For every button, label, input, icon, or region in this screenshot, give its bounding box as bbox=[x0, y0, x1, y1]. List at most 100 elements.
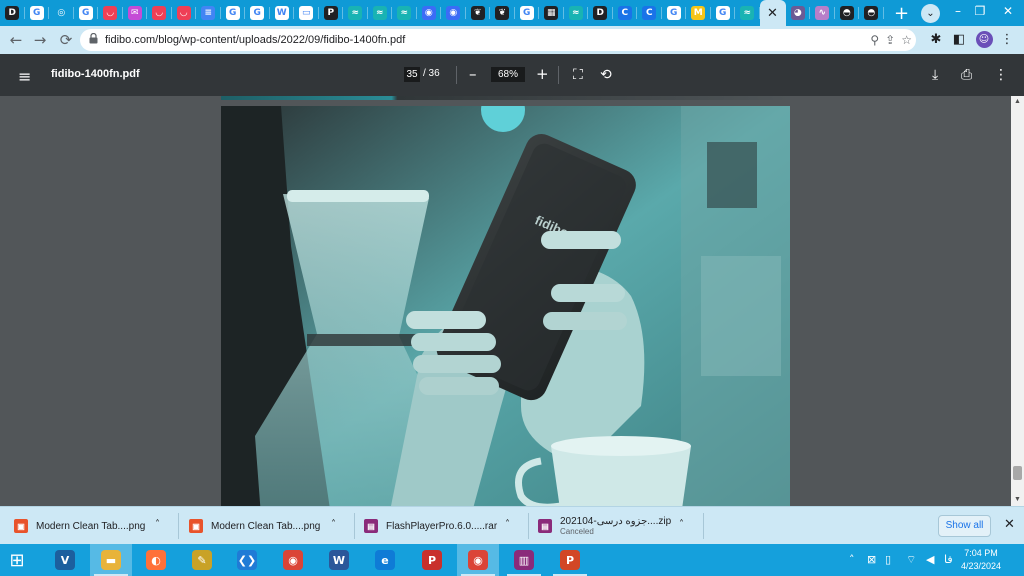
scrollbar-thumb[interactable] bbox=[1013, 466, 1022, 480]
tab[interactable]: G bbox=[221, 0, 246, 26]
tab[interactable]: D bbox=[588, 0, 613, 26]
tab[interactable]: ≈ bbox=[343, 0, 368, 26]
tab[interactable]: ≈ bbox=[735, 0, 760, 26]
tab[interactable]: ◓ bbox=[835, 0, 860, 26]
rotate-icon[interactable]: ⟲ bbox=[600, 67, 612, 83]
taskbar-app[interactable]: ⊞ bbox=[0, 544, 34, 576]
forward-button[interactable]: → bbox=[29, 29, 51, 51]
tab[interactable]: ◉ bbox=[441, 0, 466, 26]
taskbar-app[interactable]: V bbox=[44, 544, 86, 576]
tab[interactable]: ≈ bbox=[368, 0, 393, 26]
new-tab-button[interactable]: + bbox=[890, 1, 914, 25]
clock[interactable]: 7:04 PM 4/23/2024 bbox=[952, 547, 1010, 573]
restore-button[interactable]: ❐ bbox=[966, 0, 994, 22]
taskbar-app[interactable]: ✎ bbox=[181, 544, 223, 576]
bookmark-star-icon[interactable]: ☆ bbox=[901, 33, 912, 47]
side-panel-icon[interactable]: ◧ bbox=[949, 29, 969, 49]
tab[interactable]: C bbox=[613, 0, 638, 26]
close-window-button[interactable]: ✕ bbox=[994, 0, 1022, 22]
download-item[interactable]: ▤ FlashPlayerPro.6.0.....rar bbox=[364, 507, 497, 545]
tab[interactable]: G bbox=[74, 0, 99, 26]
download-options-icon[interactable]: ˄ bbox=[155, 519, 160, 530]
scrollbar[interactable] bbox=[1011, 96, 1024, 506]
download-item[interactable]: ▣ Modern Clean Tab....png bbox=[14, 507, 145, 545]
tab[interactable]: G bbox=[711, 0, 736, 26]
tab[interactable]: ◓ bbox=[859, 0, 884, 26]
taskbar-app[interactable]: ▬ bbox=[90, 544, 132, 576]
download-options-icon[interactable]: ˄ bbox=[331, 519, 336, 530]
taskbar-app[interactable]: e bbox=[364, 544, 406, 576]
tab[interactable]: W bbox=[270, 0, 295, 26]
show-all-button[interactable]: Show all bbox=[938, 515, 991, 537]
tab[interactable]: ◉ bbox=[417, 0, 442, 26]
tab[interactable]: G bbox=[662, 0, 687, 26]
tab[interactable]: ≈ bbox=[564, 0, 589, 26]
tab[interactable]: M bbox=[686, 0, 711, 26]
tab[interactable]: ▦ bbox=[539, 0, 564, 26]
battery-icon[interactable]: ▯ bbox=[885, 553, 891, 566]
tab[interactable]: C bbox=[637, 0, 662, 26]
taskbar-app[interactable]: W bbox=[318, 544, 360, 576]
chrome-menu-icon[interactable]: ⋮ bbox=[997, 29, 1017, 49]
download-item[interactable]: ▣ Modern Clean Tab....png bbox=[189, 507, 320, 545]
network-icon[interactable]: ⊠ bbox=[867, 553, 876, 566]
extensions-puzzle-icon[interactable]: ✱ bbox=[926, 29, 946, 49]
tray-chevron-icon[interactable]: ˄ bbox=[849, 553, 855, 566]
zoom-lens-icon[interactable]: ⚲ bbox=[870, 33, 879, 47]
profile-avatar[interactable]: ☺ bbox=[974, 29, 994, 49]
taskbar-app[interactable]: ◉ bbox=[457, 544, 499, 576]
png-file-icon: ▣ bbox=[189, 519, 203, 533]
tab[interactable]: ≈ bbox=[392, 0, 417, 26]
taskbar-app[interactable]: P bbox=[549, 544, 591, 576]
scroll-down-arrow[interactable]: ▼ bbox=[1011, 494, 1024, 506]
back-button[interactable]: ← bbox=[5, 29, 27, 51]
share-icon[interactable]: ⇪ bbox=[885, 33, 895, 47]
pdf-title: fidibo-1400fn.pdf bbox=[51, 68, 140, 80]
download-options-icon[interactable]: ˄ bbox=[505, 519, 510, 530]
volume-icon[interactable]: ◀ bbox=[926, 553, 934, 566]
taskbar-app[interactable]: ❮❯ bbox=[226, 544, 268, 576]
tab-search-button[interactable]: ⌄ bbox=[921, 4, 940, 23]
wifi-icon[interactable]: ⌔ bbox=[906, 553, 916, 567]
menu-icon[interactable]: ≡ bbox=[18, 67, 31, 86]
tab[interactable]: ◡ bbox=[98, 0, 123, 26]
close-downloads-button[interactable]: ✕ bbox=[1004, 517, 1015, 532]
tab[interactable]: ◕ bbox=[786, 0, 811, 26]
tab[interactable]: ▭ bbox=[294, 0, 319, 26]
tab[interactable]: G bbox=[25, 0, 50, 26]
download-icon[interactable]: ⤓ bbox=[932, 67, 938, 83]
tab[interactable]: ≡ bbox=[196, 0, 221, 26]
downloads-bar: Show all ✕ ▣ Modern Clean Tab....png ˄ ▣ Mod… bbox=[0, 506, 1024, 544]
tab[interactable]: P bbox=[319, 0, 344, 26]
taskbar-app[interactable]: P bbox=[411, 544, 453, 576]
tab[interactable]: ✉ bbox=[123, 0, 148, 26]
tab[interactable]: ◡ bbox=[147, 0, 172, 26]
lock-icon bbox=[89, 32, 101, 47]
download-item[interactable]: ▤ 202104-جزوه درسی....zip Canceled bbox=[538, 507, 671, 545]
tab[interactable]: ❦ bbox=[466, 0, 491, 26]
taskbar-app[interactable]: ◐ bbox=[135, 544, 177, 576]
active-tab[interactable]: ✕ bbox=[759, 0, 786, 26]
taskbar-app[interactable]: ◉ bbox=[272, 544, 314, 576]
zoom-level-input[interactable]: 68% bbox=[491, 67, 525, 82]
reload-button[interactable]: ⟳ bbox=[55, 29, 77, 51]
owl-icon: ◕ bbox=[790, 6, 805, 20]
close-tab-icon[interactable]: ✕ bbox=[767, 6, 778, 21]
page-number-input[interactable]: 35 bbox=[404, 67, 420, 82]
download-options-icon[interactable]: ˄ bbox=[679, 519, 684, 530]
print-icon[interactable]: ⎙ bbox=[961, 67, 972, 83]
taskbar-app[interactable]: ▥ bbox=[503, 544, 545, 576]
tab[interactable]: ❦ bbox=[490, 0, 515, 26]
tab[interactable]: ◎ bbox=[49, 0, 74, 26]
more-options-icon[interactable]: ⋮ bbox=[994, 67, 1008, 83]
zoom-out-button[interactable]: – bbox=[469, 65, 477, 83]
scroll-up-arrow[interactable]: ▲ bbox=[1011, 96, 1024, 108]
tab[interactable]: ◡ bbox=[172, 0, 197, 26]
tab[interactable]: D bbox=[0, 0, 25, 26]
zoom-in-button[interactable]: + bbox=[536, 65, 549, 83]
tab[interactable]: ∿ bbox=[810, 0, 835, 26]
fit-page-icon[interactable]: ⛶ bbox=[573, 67, 583, 83]
address-bar[interactable]: fidibo.com/blog/wp-content/uploads/2022/… bbox=[80, 29, 916, 51]
tab[interactable]: G bbox=[515, 0, 540, 26]
tab[interactable]: G bbox=[245, 0, 270, 26]
